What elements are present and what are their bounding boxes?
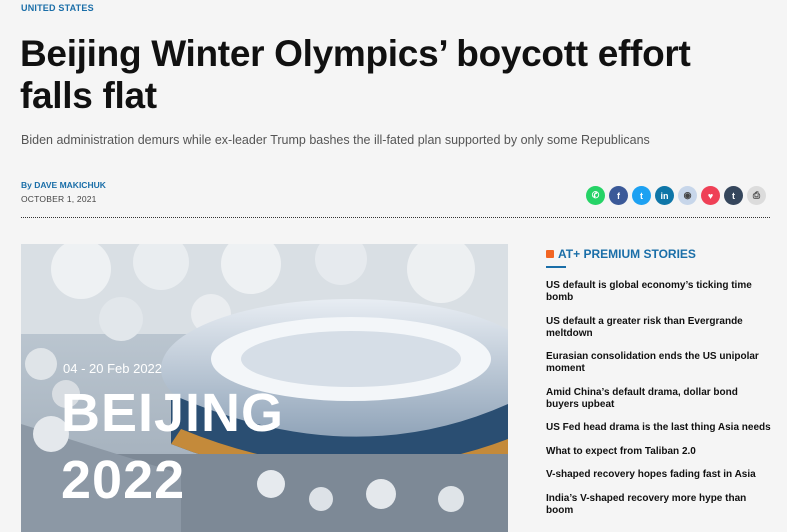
story-link[interactable]: India’s V-shaped recovery more hype than… — [546, 493, 771, 517]
twitter-icon[interactable]: t — [632, 186, 651, 205]
rss-icon — [546, 250, 554, 258]
facebook-icon[interactable]: f — [609, 186, 628, 205]
story-list: US default is global economy’s ticking t… — [546, 280, 771, 517]
print-icon[interactable]: ⎙ — [747, 186, 766, 205]
publish-date: OCTOBER 1, 2021 — [21, 194, 97, 204]
sidebar-header: AT+ PREMIUM STORIES — [546, 247, 771, 261]
story-link[interactable]: US default a greater risk than Evergrand… — [546, 316, 771, 340]
sidebar-underline — [546, 266, 566, 268]
share-bar: ✆ f t in ◉ ♥ t ⎙ — [586, 186, 766, 205]
reddit-icon[interactable]: ◉ — [678, 186, 697, 205]
story-link[interactable]: US Fed head drama is the last thing Asia… — [546, 422, 771, 434]
story-link[interactable]: Eurasian consolidation ends the US unipo… — [546, 351, 771, 375]
author-link[interactable]: DAVE MAKICHUK — [34, 180, 106, 190]
hero-city: BEIJING — [61, 383, 285, 443]
article-headline: Beijing Winter Olympics’ boycott effort … — [20, 33, 691, 116]
story-link[interactable]: Amid China’s default drama, dollar bond … — [546, 387, 771, 411]
whatsapp-icon[interactable]: ✆ — [586, 186, 605, 205]
linkedin-icon[interactable]: in — [655, 186, 674, 205]
hero-year: 2022 — [61, 450, 186, 510]
article-subheadline: Biden administration demurs while ex-lea… — [21, 133, 650, 147]
story-link[interactable]: What to expect from Taliban 2.0 — [546, 446, 771, 458]
category-link[interactable]: UNITED STATES — [21, 3, 94, 13]
byline-prefix: By — [21, 180, 35, 190]
pocket-icon[interactable]: ♥ — [701, 186, 720, 205]
hero-dates: 04 - 20 Feb 2022 — [63, 361, 163, 376]
sidebar-title[interactable]: AT+ PREMIUM STORIES — [558, 247, 696, 261]
byline: By DAVE MAKICHUK — [21, 180, 106, 190]
tumblr-icon[interactable]: t — [724, 186, 743, 205]
premium-stories-sidebar: AT+ PREMIUM STORIES US default is global… — [546, 247, 771, 528]
story-link[interactable]: V-shaped recovery hopes fading fast in A… — [546, 469, 771, 481]
hero-image[interactable]: 04 - 20 Feb 2022 BEIJING 2022 — [21, 244, 508, 532]
divider — [21, 217, 770, 218]
story-link[interactable]: US default is global economy’s ticking t… — [546, 280, 771, 304]
